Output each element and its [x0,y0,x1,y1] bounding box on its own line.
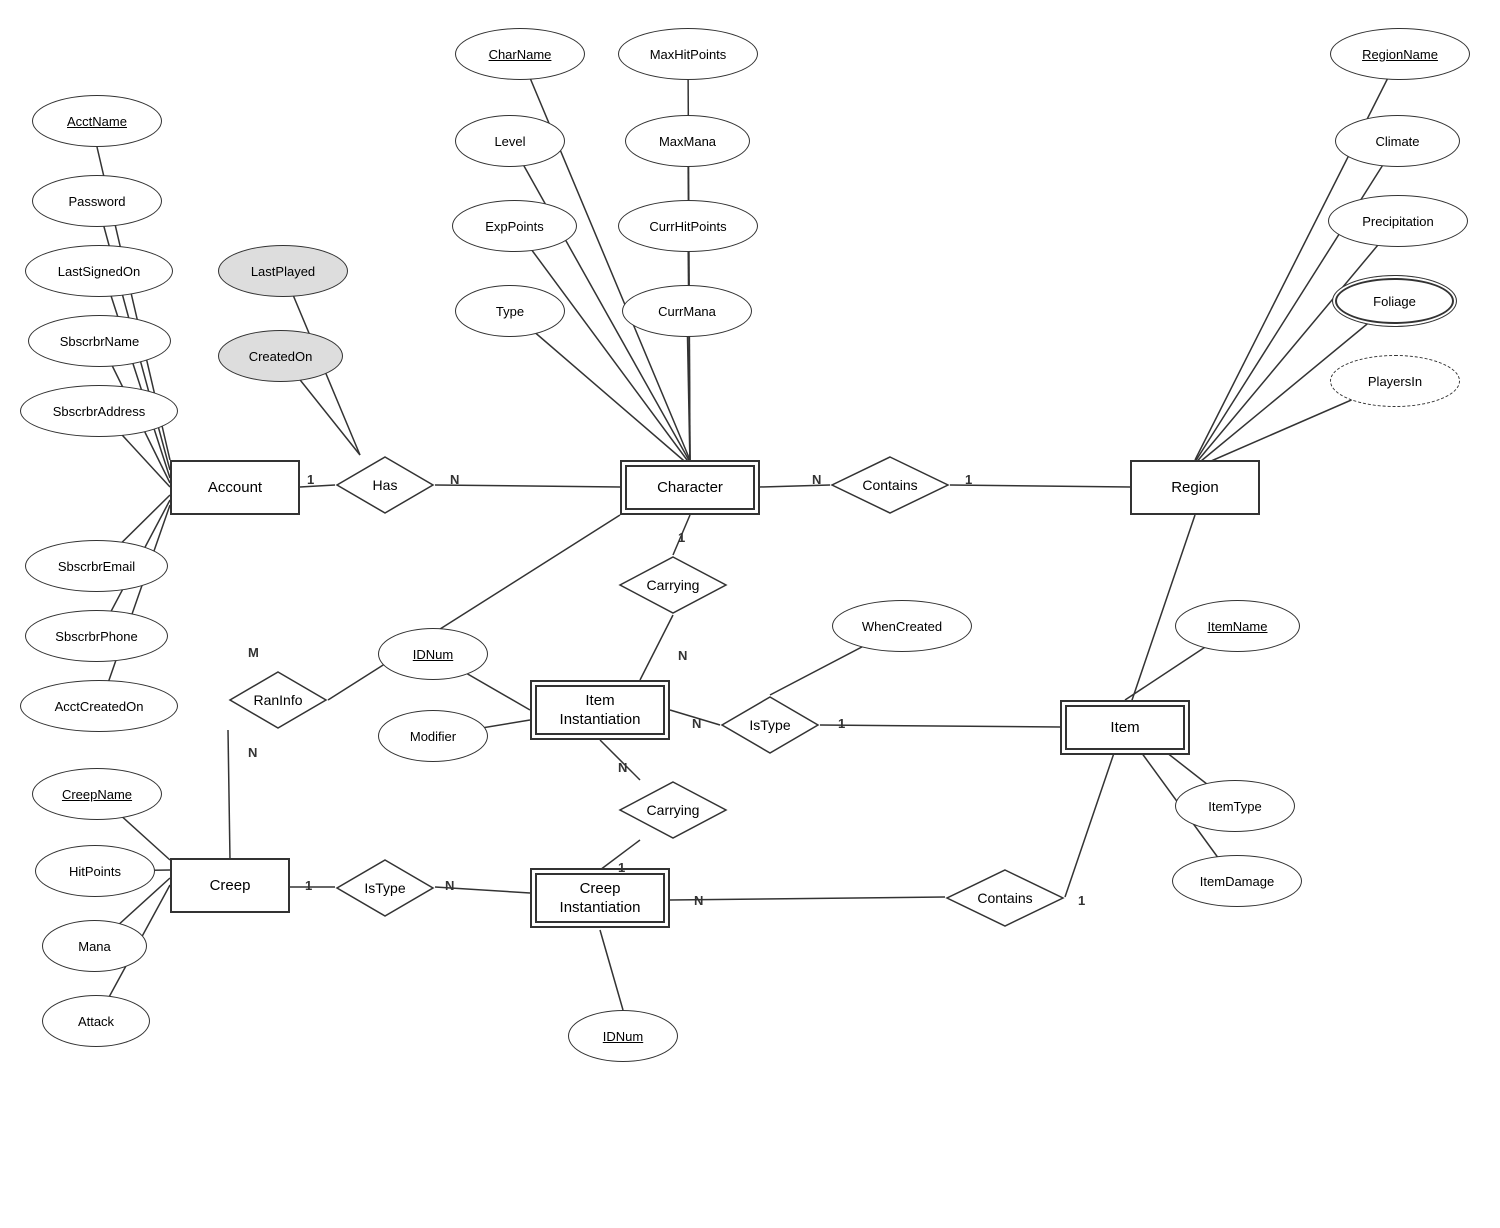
carrying-top-relationship: Carrying [618,555,728,615]
carrying-top-card-1: 1 [678,530,685,545]
password-attr: Password [32,175,162,227]
istype-card-1: 1 [838,716,845,731]
createdon-attr: CreatedOn [218,330,343,382]
modifier-attr: Modifier [378,710,488,762]
contains-creep-card-n: N [694,893,703,908]
itemname-attr: ItemName [1175,600,1300,652]
lastsignedon-attr: LastSignedOn [25,245,173,297]
contains-card-n: N [812,472,821,487]
contains-creep-card-1: 1 [1078,893,1085,908]
precipitation-attr: Precipitation [1328,195,1468,247]
regionname-attr: RegionName [1330,28,1470,80]
er-diagram: Account Character Region Item ItemInstan… [0,0,1500,1228]
currmana-attr: CurrMana [622,285,752,337]
raninfo-relationship: RanInfo [228,670,328,730]
attack-attr: Attack [42,995,150,1047]
sbscrbr-email-attr: SbscrbrEmail [25,540,168,592]
istype-creep-relationship: IsType [335,858,435,918]
raninfo-card-m: M [248,645,259,660]
carrying-bottom-relationship: Carrying [618,780,728,840]
foliage-attr: Foliage [1332,275,1457,327]
region-entity: Region [1130,460,1260,515]
itemtype-attr: ItemType [1175,780,1295,832]
level-attr: Level [455,115,565,167]
contains-card-1: 1 [965,472,972,487]
creepname-attr: CreepName [32,768,162,820]
has-card-1: 1 [307,472,314,487]
sbscrbraddress-attr: SbscrbrAddress [20,385,178,437]
acctcreatedon-attr: AcctCreatedOn [20,680,178,732]
character-entity: Character [620,460,760,515]
account-entity: Account [170,460,300,515]
item-instantiation-entity: ItemInstantiation [530,680,670,740]
hitpoints-attr: HitPoints [35,845,155,897]
type-char-attr: Type [455,285,565,337]
has-card-n: N [450,472,459,487]
creep-entity: Creep [170,858,290,913]
itemdamage-attr: ItemDamage [1172,855,1302,907]
istype-creep-card-1: 1 [305,878,312,893]
idnum-creep-attr: IDNum [568,1010,678,1062]
istype-item-relationship: IsType [720,695,820,755]
has-relationship: Has [335,455,435,515]
sbscrbrname-attr: SbscrbrName [28,315,171,367]
exppoints-attr: ExpPoints [452,200,577,252]
idnum-item-attr: IDNum [378,628,488,680]
carrying-bot-card-1: 1 [618,860,625,875]
istype-creep-card-n: N [445,878,454,893]
contains-creep-relationship: Contains [945,868,1065,928]
istype-card-n: N [692,716,701,731]
creep-instantiation-entity: CreepInstantiation [530,868,670,928]
climate-attr: Climate [1335,115,1460,167]
whencreated-attr: WhenCreated [832,600,972,652]
contains-region-relationship: Contains [830,455,950,515]
currhitpoints-attr: CurrHitPoints [618,200,758,252]
carrying-top-card-n: N [678,648,687,663]
sbscrbr-phone-attr: SbscrbrPhone [25,610,168,662]
charname-attr: CharName [455,28,585,80]
maxmana-attr: MaxMana [625,115,750,167]
carrying-bot-card-n: N [618,760,627,775]
lastplayed-attr: LastPlayed [218,245,348,297]
playersin-attr: PlayersIn [1330,355,1460,407]
item-entity: Item [1060,700,1190,755]
maxhitpoints-attr: MaxHitPoints [618,28,758,80]
raninfo-card-n: N [248,745,257,760]
mana-creep-attr: Mana [42,920,147,972]
acctname-attr: AcctName [32,95,162,147]
